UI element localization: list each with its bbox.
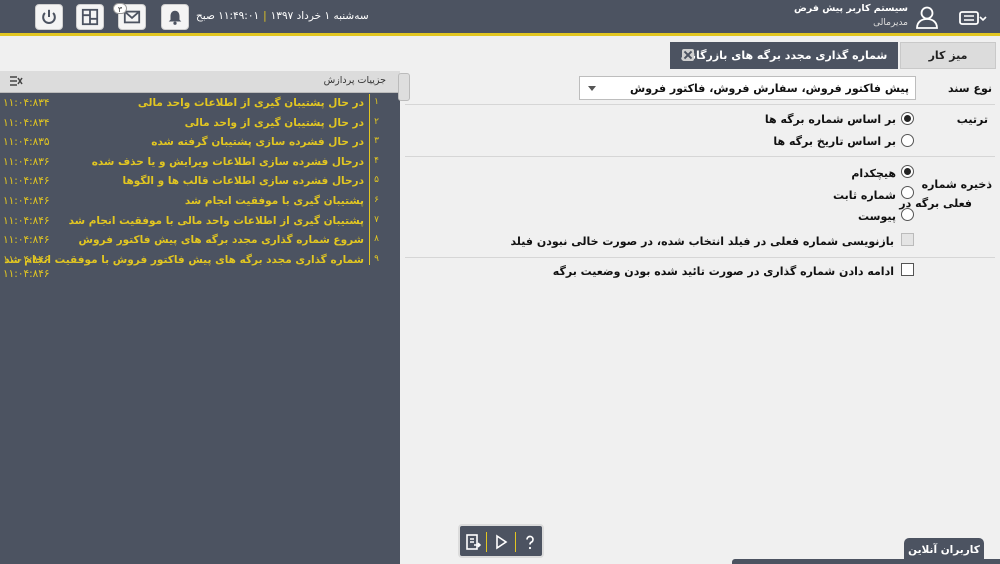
bell-icon (168, 10, 182, 25)
log-message: در حال پشتیبان گیری از اطلاعات واحد مالی (137, 97, 364, 109)
run-button[interactable] (491, 531, 511, 553)
log-row-number: ۸ (374, 234, 379, 245)
log-row: ۱۱:۰۴:۸۳۴ ۱ در حال پشتیبان گیری از اطلاعات… (0, 94, 400, 114)
log-message: درحال فشرده سازی اطلاعات ویرایش و یا حذف… (91, 155, 364, 168)
header-time: ۱۱:۴۹:۰۱ صبح (196, 10, 260, 22)
user-info: سیستم کاربر پیش فرض مدیرمالی (794, 3, 908, 28)
log-row: ۱۱:۰۴:۸۳۵ ۳ در حال فشرده سازی پشتیبان گرفت… (0, 133, 400, 153)
log-message: شروع شماره گذاری مجدد برگه های پیش فاکتو… (78, 234, 364, 247)
log-timestamp: ۱۱:۰۴:۸۴۶ (3, 195, 50, 207)
save-radio-none[interactable] (901, 165, 914, 178)
log-row-number: ۷ (374, 214, 379, 225)
log-timestamp: ۱۱:۰۴:۸۴۶ (3, 175, 50, 188)
tab-bar: میز کار شماره گذاری مجدد برگه های بازرگا… (400, 39, 1000, 69)
help-button[interactable] (520, 531, 540, 553)
log-timestamp: ۱۱:۰۴:۸۳۴ (3, 116, 50, 129)
tab-renumber-label: شماره گذاری مجدد برگه های بازرگانی (680, 49, 888, 62)
messages-badge: ۳ (113, 3, 127, 14)
log-message: پشتیبان گیری با موفقیت انجام شد (184, 195, 364, 207)
log-message: درحال فشرده سازی اطلاعات قالب ها و الگوه… (122, 175, 364, 188)
order-radio-number[interactable] (901, 112, 914, 125)
log-row: ۱۱:۰۴:۸۴۶ ۸ شروع شماره گذاری مجدد برگه های… (0, 231, 400, 251)
dashboard-button[interactable] (76, 4, 104, 30)
header-separator: | (263, 10, 267, 22)
order-radio-date[interactable] (901, 134, 914, 147)
process-details-header: جزییات پردازش (0, 71, 400, 93)
overwrite-checkbox-label: بازنویسی شماره فعلی در فیلد انتخاب شده، … (510, 235, 894, 248)
user-role: مدیرمالی (873, 18, 908, 28)
continue-numbering-checkbox[interactable] (901, 263, 914, 276)
divider (405, 156, 995, 157)
user-icon[interactable] (914, 4, 940, 30)
log-message: در حال فشرده سازی پشتیبان گرفته شده (151, 136, 364, 149)
panel-scroll-handle[interactable] (398, 73, 410, 101)
top-header: ۳ سه‌شنبه ۱ خرداد ۱۳۹۷|۱۱:۴۹:۰۱ صبح سیست… (0, 0, 1000, 36)
log-timestamp: ۱۱:۰۴:۸۴۶ (3, 234, 50, 247)
log-timestamp: ۱۱:۰۴:۸۴۶ (3, 214, 50, 227)
tab-home[interactable]: میز کار (900, 42, 996, 69)
log-row-number: ۴ (374, 155, 379, 166)
online-users-button[interactable]: کاربران آنلاین (904, 538, 984, 564)
toolbar-separator (486, 532, 487, 552)
log-message: در حال پشتیبان گیری از واحد مالی (184, 116, 364, 129)
log-timestamp: ۱۱:۰۴:۸۳۶ (3, 155, 50, 168)
log-row: ۱۱:۰۴:۸۴۶ ۵ درحال فشرده سازی اطلاعات قالب … (0, 172, 400, 192)
save-option-none-label: هیچکدام (851, 167, 896, 180)
order-option-date-label: بر اساس تاریخ برگه ها (773, 135, 896, 148)
menu-icon[interactable] (958, 6, 988, 30)
save-option-attachment-label: پیوست (858, 210, 896, 223)
save-number-label-line1: ذخیره شماره (921, 178, 992, 191)
order-label: ترتیب (956, 113, 988, 126)
log-row: ۱۱:۰۴:۸۳۶ ۴ درحال فشرده سازی اطلاعات ویرای… (0, 153, 400, 173)
messages-button[interactable]: ۳ (113, 3, 146, 30)
log-message: پشتیبان گیری از اطلاعات واحد مالی با موف… (68, 214, 364, 227)
divider (405, 104, 995, 105)
user-name: سیستم کاربر پیش فرض (794, 3, 908, 14)
log-row-number: ۶ (374, 195, 379, 205)
chevron-down-icon (588, 86, 596, 91)
play-icon (496, 534, 508, 550)
order-option-number-label: بر اساس شماره برگه ها (764, 113, 896, 126)
log-row: ۱۱:۰۴:۸۳۴ ۲ در حال پشتیبان گیری از واحد ما… (0, 114, 400, 134)
overwrite-checkbox[interactable] (901, 233, 914, 246)
header-date: سه‌شنبه ۱ خرداد ۱۳۹۷ (270, 10, 369, 22)
power-button[interactable] (35, 4, 63, 30)
save-option-fixed-number-label: شماره ثابت (832, 189, 896, 202)
log-row-number: ۵ (374, 175, 379, 186)
log-message: شماره گذاری مجدد برگه های پیش فاکتور فرو… (4, 253, 364, 266)
log-row-number: ۲ (374, 116, 379, 127)
header-datetime: سه‌شنبه ۱ خرداد ۱۳۹۷|۱۱:۴۹:۰۱ صبح (196, 10, 369, 22)
power-icon (42, 9, 56, 24)
tab-renumber[interactable]: شماره گذاری مجدد برگه های بازرگانی (670, 42, 898, 69)
export-button[interactable] (463, 531, 483, 553)
process-details-title: جزییات پردازش (323, 75, 386, 86)
save-radio-fixed-number[interactable] (901, 186, 914, 199)
save-radio-attachment[interactable] (901, 208, 914, 221)
log-row-number: ۳ (374, 136, 379, 147)
doc-type-label: نوع سند (947, 82, 992, 95)
clear-log-icon[interactable] (9, 74, 23, 88)
divider (405, 257, 995, 258)
log-row-number: ۱ (374, 97, 379, 107)
doc-type-select[interactable]: پیش فاکتور فروش، سفارش فروش، فاکتور فروش (579, 76, 916, 100)
continue-numbering-checkbox-label: ادامه دادن شماره گذاری در صورت تائید شده… (552, 265, 894, 278)
log-row-number: ۹ (374, 253, 379, 264)
log-final-timestamp: ۱۱:۰۴:۸۴۶ (3, 268, 50, 280)
log-timestamp: ۱۱:۰۴:۸۳۵ (3, 136, 50, 149)
toolbar-separator (515, 532, 516, 552)
log-row: ۱۱:۰۴:۸۴۶ ۷ پشتیبان گیری از اطلاعات واحد م… (0, 212, 400, 232)
action-toolbar (458, 524, 544, 558)
close-icon[interactable] (682, 49, 694, 61)
log-timestamp: ۱۱:۰۴:۸۳۴ (3, 97, 50, 109)
log-row: ۱۱:۰۴:۸۴۶ ۶ پشتیبان گیری با موفقیت انجام ش… (0, 192, 400, 212)
log-final-row: ۱۱:۰۴:۸۴۶ (0, 265, 400, 285)
dashboard-icon (81, 8, 99, 26)
doc-type-value: پیش فاکتور فروش، سفارش فروش، فاکتور فروش (630, 82, 909, 95)
export-icon (466, 534, 482, 550)
help-icon (526, 535, 534, 550)
notifications-button[interactable] (161, 4, 189, 30)
